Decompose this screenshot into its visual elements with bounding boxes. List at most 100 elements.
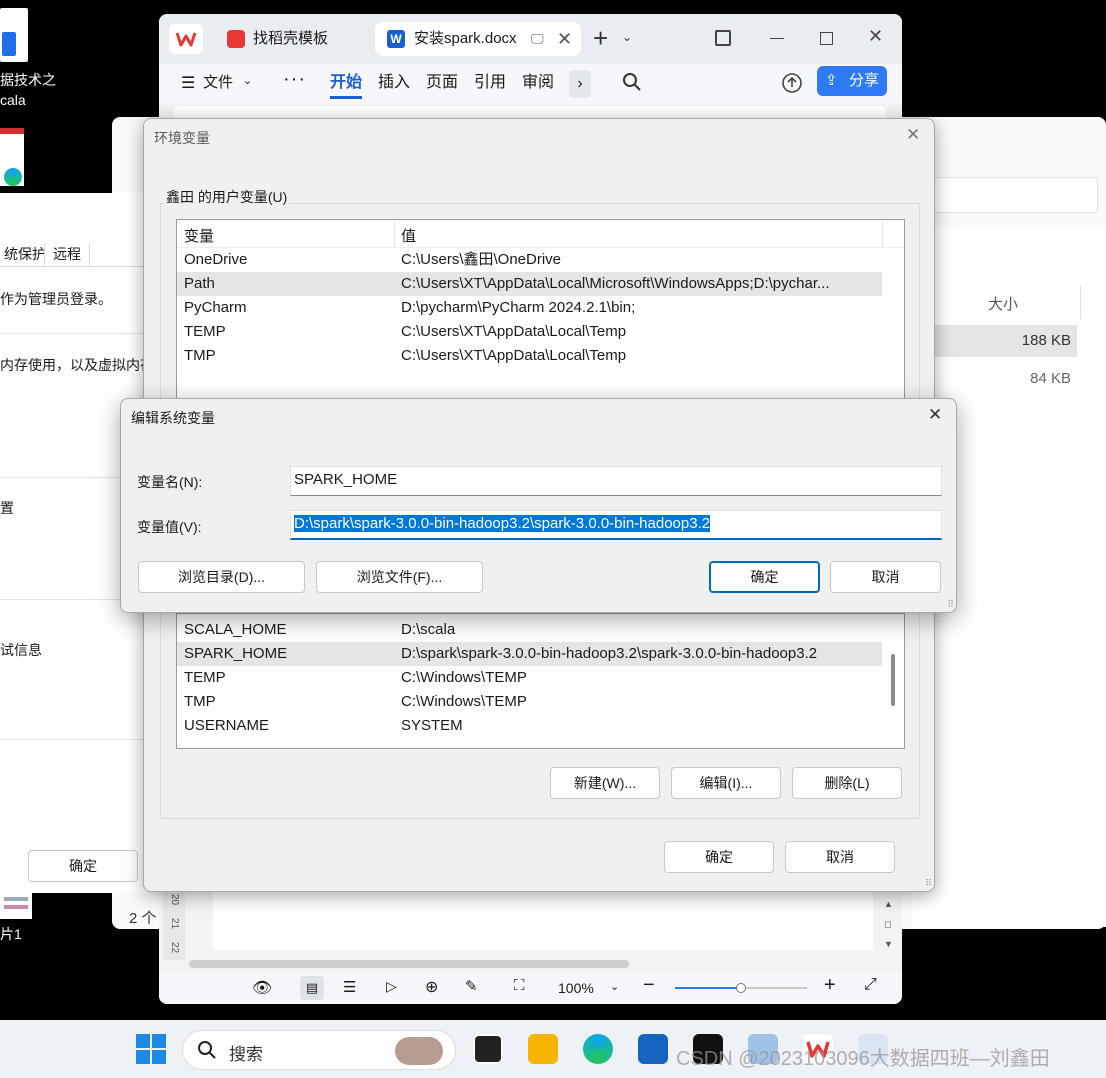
table-row[interactable]: TMP C:\Users\XT\AppData\Local\Temp (177, 344, 882, 368)
table-row[interactable]: USERNAME SYSTEM (177, 714, 882, 738)
vertical-scrollbar[interactable] (891, 654, 895, 706)
zoom-slider-knob[interactable] (736, 983, 746, 993)
ribbon-tab-references[interactable]: 引用 (474, 72, 506, 94)
wps-logo-icon[interactable] (169, 24, 203, 54)
share-button[interactable]: ⇪ 分享 (817, 66, 887, 96)
more-icon[interactable]: ··· (283, 68, 306, 91)
pen-icon[interactable]: ✎ (465, 977, 478, 995)
table-row[interactable]: TEMP C:\Windows\TEMP (177, 666, 882, 690)
table-row[interactable]: TEMP C:\Users\XT\AppData\Local\Temp (177, 320, 882, 344)
ribbon-tab-review[interactable]: 审阅 (522, 72, 554, 94)
restore-tab-icon[interactable] (715, 30, 731, 46)
desktop-icon-label: cala (0, 92, 26, 108)
file-size: 84 KB (1030, 370, 1071, 387)
var-value: SYSTEM (401, 717, 463, 734)
play-icon[interactable]: ▷ (386, 978, 397, 995)
zoom-slider[interactable] (675, 983, 807, 993)
tab-document[interactable]: W 安装spark.docx 🖵 ✕ (375, 22, 581, 56)
file-menu[interactable]: 文件 (203, 72, 233, 94)
table-row[interactable]: Path C:\Users\XT\AppData\Local\Microsoft\… (177, 272, 882, 296)
maximize-icon[interactable] (820, 32, 833, 45)
column-header-value[interactable]: 值 (401, 225, 416, 246)
selected-value-text: D:\spark\spark-3.0.0-bin-hadoop3.2\spark… (294, 515, 711, 532)
word-doc-icon: W (387, 30, 405, 48)
ribbon-tab-home[interactable]: 开始 (330, 72, 363, 99)
chevron-down-icon[interactable]: ⌄ (622, 30, 632, 44)
zoom-out-icon[interactable]: − (643, 974, 655, 997)
table-row[interactable]: OneDrive C:\Users\鑫田\OneDrive (177, 248, 882, 272)
search-icon[interactable] (622, 72, 641, 91)
edge-browser-icon[interactable] (583, 1034, 613, 1064)
image-file-icon[interactable] (0, 893, 32, 919)
ok-button[interactable]: 确定 (28, 850, 138, 882)
template-icon (227, 30, 245, 48)
resize-grip-icon[interactable]: ⠿ (925, 878, 932, 889)
minimize-icon[interactable] (770, 38, 784, 39)
var-name: PyCharm (184, 299, 247, 316)
variable-name-field[interactable]: SPARK_HOME (290, 466, 942, 496)
delete-button[interactable]: 删除(L) (792, 767, 902, 799)
globe-icon[interactable]: ⊕ (425, 977, 438, 997)
user-vars-list[interactable]: 变量 值 OneDrive C:\Users\鑫田\OneDrive Path C:… (176, 219, 905, 409)
var-name: OneDrive (184, 251, 248, 268)
file-row[interactable]: 84 KB (932, 363, 1077, 395)
variable-value-field[interactable]: D:\spark\spark-3.0.0-bin-hadoop3.2\spark… (290, 510, 942, 540)
file-explorer-icon[interactable] (528, 1034, 558, 1064)
store-icon[interactable] (638, 1034, 668, 1064)
new-tab-icon[interactable]: + (593, 24, 608, 52)
scroll-nav-icons[interactable]: ▲ ◻ ▼ (884, 894, 893, 954)
var-name: SCALA_HOME (184, 621, 287, 638)
edit-button[interactable]: 编辑(I)... (671, 767, 781, 799)
column-header-variable[interactable]: 变量 (184, 225, 214, 246)
horizontal-scrollbar[interactable] (189, 960, 629, 968)
chevron-down-icon[interactable]: ⌄ (610, 980, 619, 993)
taskbar-search-box[interactable]: 搜索 (182, 1030, 456, 1070)
admin-note: 作为管理员登录。 (0, 291, 112, 307)
outline-icon[interactable]: ☰ (343, 978, 356, 996)
ribbon-tab-page[interactable]: 页面 (426, 72, 458, 94)
column-header-size[interactable]: 大小 (988, 293, 1018, 314)
pdf-file-icon[interactable] (0, 128, 24, 186)
close-icon[interactable]: ✕ (906, 125, 920, 145)
hamburger-menu-icon[interactable]: ☰ (181, 73, 195, 93)
fullscreen-icon[interactable]: ⤢ (864, 976, 877, 994)
tab-templates[interactable]: 找稻壳模板 (217, 22, 369, 56)
eye-icon[interactable]: 👁 (252, 978, 272, 998)
chevron-down-icon[interactable]: ⌄ (243, 74, 252, 87)
resize-grip-icon[interactable]: ⠿ (947, 599, 954, 610)
document-page[interactable] (213, 890, 873, 950)
var-value: C:\Users\鑫田\OneDrive (401, 251, 562, 268)
cloud-upload-icon[interactable] (781, 72, 803, 94)
close-icon[interactable]: ✕ (868, 26, 883, 47)
document-file-icon[interactable] (0, 8, 28, 62)
chevron-right-icon[interactable]: › (569, 70, 591, 98)
tab-remote[interactable]: 远程 (44, 243, 90, 267)
tab-system-protection[interactable]: 统保护 (0, 243, 50, 267)
browse-directory-button[interactable]: 浏览目录(D)... (138, 561, 305, 593)
ribbon-tab-insert[interactable]: 插入 (378, 72, 410, 94)
dialog-title: 编辑系统变量 (131, 410, 215, 426)
table-row[interactable]: TMP C:\Windows\TEMP (177, 690, 882, 714)
zoom-in-icon[interactable]: + (824, 974, 836, 997)
windows-start-icon[interactable] (136, 1034, 166, 1064)
close-icon[interactable]: ✕ (928, 405, 942, 425)
table-row[interactable]: SPARK_HOME D:\spark\spark-3.0.0-bin-hadoo… (177, 642, 882, 666)
ok-button[interactable]: 确定 (664, 841, 774, 873)
desktop-icon-label: 片1 (0, 926, 22, 942)
page-view-icon[interactable]: ▤ (300, 976, 324, 1000)
task-view-icon[interactable] (473, 1034, 503, 1064)
table-row[interactable]: PyCharm D:\pycharm\PyCharm 2024.2.1\bin; (177, 296, 882, 320)
ok-button[interactable]: 确定 (709, 561, 820, 593)
new-button[interactable]: 新建(W)... (550, 767, 660, 799)
share-label: 分享 (849, 72, 880, 89)
close-tab-icon[interactable]: ✕ (557, 22, 572, 56)
explorer-search-box[interactable] (922, 177, 1098, 213)
cancel-button[interactable]: 取消 (830, 561, 941, 593)
table-row[interactable]: SCALA_HOME D:\scala (177, 618, 882, 642)
system-vars-list[interactable]: SCALA_HOME D:\scala SPARK_HOME D:\spark\sp… (176, 613, 905, 749)
fit-screen-icon[interactable]: ⛶ (514, 977, 525, 994)
cancel-button[interactable]: 取消 (785, 841, 895, 873)
browse-file-button[interactable]: 浏览文件(F)... (316, 561, 483, 593)
file-row-selected[interactable]: 188 KB (932, 325, 1077, 357)
zoom-level[interactable]: 100% (558, 980, 594, 996)
